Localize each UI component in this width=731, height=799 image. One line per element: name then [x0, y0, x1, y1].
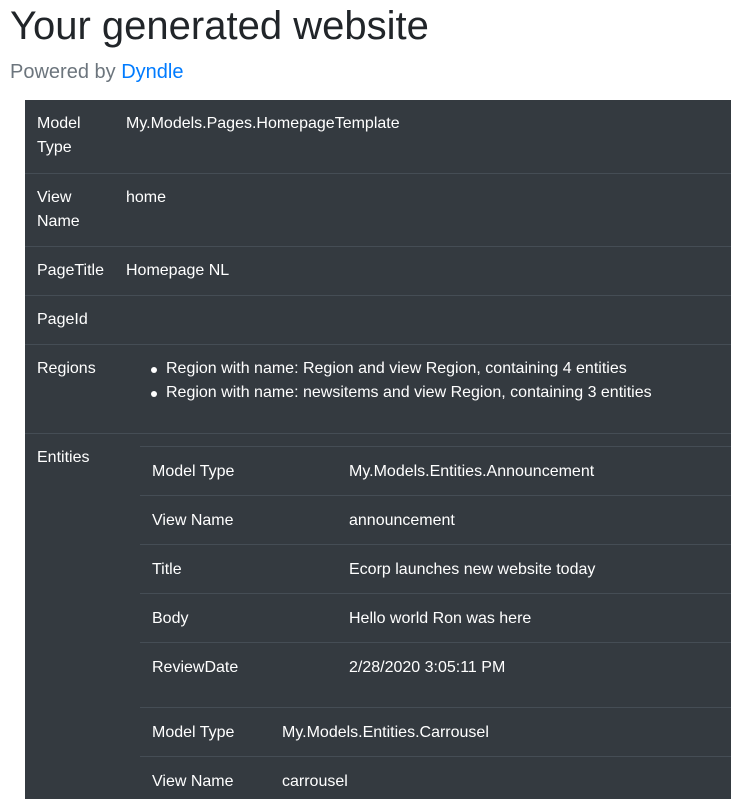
powered-by-prefix: Powered by [10, 61, 116, 83]
row-label: Model Type [37, 115, 81, 156]
cell-label: ReviewDate [152, 659, 239, 676]
row-value: Homepage NL [126, 262, 230, 279]
table-row: View Name carrousel [140, 756, 731, 799]
row-label: View Name [37, 189, 80, 230]
row-label: PageId [37, 311, 88, 328]
cell-value: Hello world Ron was here [349, 610, 532, 627]
regions-list: Region with name: Region and view Region… [126, 357, 652, 405]
row-value: home [126, 189, 167, 206]
cell-value: 2/28/2020 3:05:11 PM [349, 659, 506, 676]
page-title: Your generated website [10, 4, 429, 48]
row-page-id: PageId [25, 295, 731, 344]
cell-value: announcement [349, 512, 455, 529]
row-page-title: PageTitle Homepage NL [25, 246, 731, 295]
cell-label: View Name [152, 773, 234, 790]
entity-table-carrousel: Model Type My.Models.Entities.Carrousel … [140, 707, 731, 799]
row-model-type: Model Type My.Models.Pages.HomepageTempl… [25, 100, 731, 173]
dyndle-link[interactable]: Dyndle [121, 61, 183, 83]
cell-value: My.Models.Entities.Carrousel [282, 724, 489, 741]
cell-label: Body [152, 610, 189, 627]
cell-value: Ecorp launches new website today [349, 561, 596, 578]
list-item: Region with name: Region and view Region… [151, 357, 652, 381]
table-row: ReviewDate 2/28/2020 3:05:11 PM [140, 642, 731, 691]
cell-label: Model Type [152, 724, 235, 741]
row-entities: Entities Model Type My.Models.Entities.A… [25, 433, 731, 799]
cell-label: View Name [152, 512, 234, 529]
cell-value: carrousel [282, 773, 348, 790]
table-row: View Name announcement [140, 495, 731, 544]
page-details-table: Model Type My.Models.Pages.HomepageTempl… [25, 100, 731, 799]
cell-label: Title [152, 561, 182, 578]
table-row: Title Ecorp launches new website today [140, 544, 731, 593]
list-item: Region with name: newsitems and view Reg… [151, 381, 652, 405]
table-row: Model Type My.Models.Entities.Announceme… [140, 446, 731, 495]
table-row: Model Type My.Models.Entities.Carrousel [140, 707, 731, 756]
row-view-name: View Name home [25, 173, 731, 246]
table-row: Body Hello world Ron was here [140, 593, 731, 642]
row-label: PageTitle [37, 262, 104, 279]
row-label: Regions [37, 360, 96, 377]
row-value: My.Models.Pages.HomepageTemplate [126, 115, 400, 132]
entity-table-announcement: Model Type My.Models.Entities.Announceme… [140, 446, 731, 696]
cell-value: My.Models.Entities.Announcement [349, 463, 595, 480]
powered-by: Powered by Dyndle [10, 60, 183, 84]
row-regions: Regions Region with name: Region and vie… [25, 344, 731, 433]
cell-label: Model Type [152, 463, 235, 480]
row-label: Entities [37, 449, 90, 466]
